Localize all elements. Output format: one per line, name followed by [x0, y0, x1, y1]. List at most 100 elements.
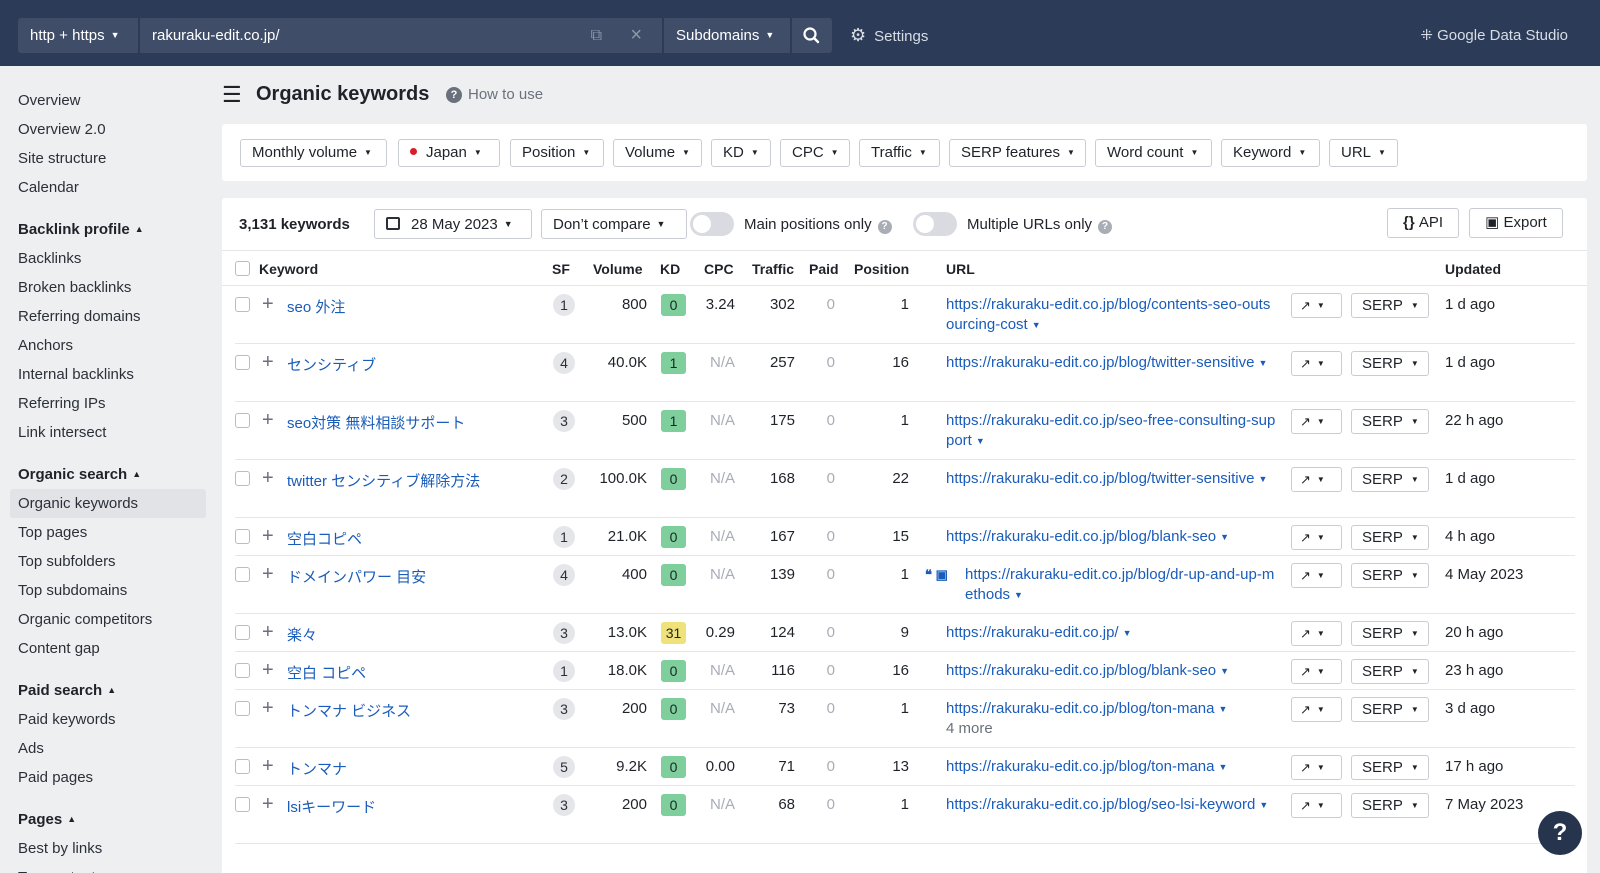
row-checkbox[interactable]	[235, 471, 250, 486]
filter-position[interactable]: Position ▼	[510, 139, 604, 167]
serp-button[interactable]: SERP ▼	[1351, 351, 1429, 376]
how-to-use-link[interactable]: ? How to use	[446, 86, 543, 103]
date-picker[interactable]: 28 May 2023 ▼	[374, 209, 532, 239]
target-url-input[interactable]: rakuraku-edit.co.jp/ ⧉ ×	[140, 18, 662, 53]
sf-badge[interactable]: 1	[553, 526, 575, 548]
chevron-down-icon[interactable]: ▼	[1123, 628, 1132, 638]
keyword-link[interactable]: 空白 コピペ	[287, 662, 366, 683]
filter-url[interactable]: URL ▼	[1329, 139, 1398, 167]
row-checkbox[interactable]	[235, 297, 250, 312]
sidebar-item-top-content[interactable]: Top content	[0, 863, 212, 873]
chevron-down-icon[interactable]: ▼	[1258, 358, 1267, 368]
sf-badge[interactable]: 4	[553, 564, 575, 586]
chevron-down-icon[interactable]: ▼	[1258, 474, 1267, 484]
keyword-link[interactable]: seo対策 無料相談サポート	[287, 412, 465, 433]
filter-cpc[interactable]: CPC ▼	[780, 139, 850, 167]
sf-badge[interactable]: 3	[553, 622, 575, 644]
keyword-link[interactable]: トンマナ ビジネス	[287, 700, 411, 721]
url-link[interactable]: https://rakuraku-edit.co.jp/blog/dr-up-a…	[965, 565, 1277, 605]
filter-traffic[interactable]: Traffic ▼	[859, 139, 940, 167]
row-checkbox[interactable]	[235, 701, 250, 716]
chevron-down-icon[interactable]: ▼	[976, 436, 985, 446]
sidebar-item-broken-backlinks[interactable]: Broken backlinks	[0, 273, 212, 302]
help-button[interactable]: ?	[1538, 811, 1582, 855]
row-checkbox[interactable]	[235, 663, 250, 678]
chevron-down-icon[interactable]: ▼	[1032, 320, 1041, 330]
protocol-select[interactable]: http + https ▼	[18, 18, 138, 53]
help-icon[interactable]: ?	[1098, 220, 1113, 234]
url-link[interactable]: https://rakuraku-edit.co.jp/blog/blank-s…	[946, 527, 1276, 547]
trend-button[interactable]: ↗ ▼	[1291, 697, 1342, 722]
sidebar-item-internal-backlinks[interactable]: Internal backlinks	[0, 360, 212, 389]
chevron-down-icon[interactable]: ▼	[1220, 666, 1229, 676]
sf-badge[interactable]: 3	[553, 794, 575, 816]
url-link[interactable]: https://rakuraku-edit.co.jp/blog/twitter…	[946, 469, 1276, 489]
serp-button[interactable]: SERP ▼	[1351, 793, 1429, 818]
sidebar-item-ads[interactable]: Ads	[0, 734, 212, 763]
plus-icon[interactable]: +	[262, 659, 274, 682]
column-keyword[interactable]: Keyword	[259, 261, 318, 277]
plus-icon[interactable]: +	[262, 467, 274, 490]
sidebar-item-paid-keywords[interactable]: Paid keywords	[0, 705, 212, 734]
serp-button[interactable]: SERP ▼	[1351, 409, 1429, 434]
row-checkbox[interactable]	[235, 797, 250, 812]
sidebar-item-referring-ips[interactable]: Referring IPs	[0, 389, 212, 418]
row-checkbox[interactable]	[235, 529, 250, 544]
plus-icon[interactable]: +	[262, 755, 274, 778]
sf-badge[interactable]: 2	[553, 468, 575, 490]
keyword-link[interactable]: センシティブ	[287, 354, 376, 375]
column-url[interactable]: URL	[946, 261, 975, 277]
more-urls-link[interactable]: 4 more	[946, 720, 993, 737]
column-paid[interactable]: Paid	[809, 261, 839, 277]
clear-icon[interactable]: ×	[630, 18, 642, 53]
chevron-down-icon[interactable]: ▼	[1218, 762, 1227, 772]
url-link[interactable]: https://rakuraku-edit.co.jp/blog/twitter…	[946, 353, 1276, 373]
sf-badge[interactable]: 5	[553, 756, 575, 778]
help-icon[interactable]: ?	[877, 220, 892, 234]
sidebar-item-top-subfolders[interactable]: Top subfolders	[0, 547, 212, 576]
sidebar-item-backlinks[interactable]: Backlinks	[0, 244, 212, 273]
multiple-urls-toggle[interactable]	[913, 212, 957, 236]
column-position[interactable]: Position	[854, 261, 909, 277]
plus-icon[interactable]: +	[262, 351, 274, 374]
url-link[interactable]: https://rakuraku-edit.co.jp/blog/ton-man…	[946, 757, 1276, 777]
sf-badge[interactable]: 1	[553, 660, 575, 682]
sidebar-item-organic-competitors[interactable]: Organic competitors	[0, 605, 212, 634]
sidebar-section-organic-search[interactable]: Organic search ▲	[0, 460, 212, 489]
sidebar-item-top-subdomains[interactable]: Top subdomains	[0, 576, 212, 605]
serp-button[interactable]: SERP ▼	[1351, 563, 1429, 588]
url-link[interactable]: https://rakuraku-edit.co.jp/blog/ton-man…	[946, 699, 1276, 739]
serp-button[interactable]: SERP ▼	[1351, 659, 1429, 684]
row-checkbox[interactable]	[235, 413, 250, 428]
serp-button[interactable]: SERP ▼	[1351, 621, 1429, 646]
row-checkbox[interactable]	[235, 625, 250, 640]
trend-button[interactable]: ↗ ▼	[1291, 351, 1342, 376]
row-checkbox[interactable]	[235, 567, 250, 582]
url-link[interactable]: https://rakuraku-edit.co.jp/seo-free-con…	[946, 411, 1276, 451]
trend-button[interactable]: ↗ ▼	[1291, 293, 1342, 318]
settings-button[interactable]: ⚙ Settings	[850, 18, 928, 53]
trend-button[interactable]: ↗ ▼	[1291, 755, 1342, 780]
export-button[interactable]: ▣ Export	[1469, 208, 1563, 238]
chevron-down-icon[interactable]: ▼	[1218, 704, 1227, 714]
url-link[interactable]: https://rakuraku-edit.co.jp/blog/content…	[946, 295, 1276, 335]
sidebar-item-top-pages[interactable]: Top pages	[0, 518, 212, 547]
column-updated[interactable]: Updated	[1445, 261, 1501, 277]
keyword-link[interactable]: lsiキーワード	[287, 796, 376, 817]
column-volume[interactable]: Volume	[593, 261, 643, 277]
sidebar-item-organic-keywords[interactable]: Organic keywords	[10, 489, 206, 518]
keyword-link[interactable]: 楽々	[287, 624, 317, 645]
keyword-link[interactable]: seo 外注	[287, 296, 345, 317]
chevron-down-icon[interactable]: ▼	[1014, 590, 1023, 600]
filter-word-count[interactable]: Word count ▼	[1095, 139, 1212, 167]
sidebar-section-pages[interactable]: Pages ▲	[0, 805, 212, 834]
keyword-link[interactable]: ドメインパワー 目安	[287, 566, 426, 587]
trend-button[interactable]: ↗ ▼	[1291, 793, 1342, 818]
select-all-checkbox[interactable]	[235, 261, 250, 276]
sidebar-item-site-structure[interactable]: Site structure	[0, 144, 212, 173]
serp-button[interactable]: SERP ▼	[1351, 525, 1429, 550]
plus-icon[interactable]: +	[262, 293, 274, 316]
url-link[interactable]: https://rakuraku-edit.co.jp/blog/blank-s…	[946, 661, 1276, 681]
filter-serp-features[interactable]: SERP features ▼	[949, 139, 1086, 167]
sidebar-item-referring-domains[interactable]: Referring domains	[0, 302, 212, 331]
